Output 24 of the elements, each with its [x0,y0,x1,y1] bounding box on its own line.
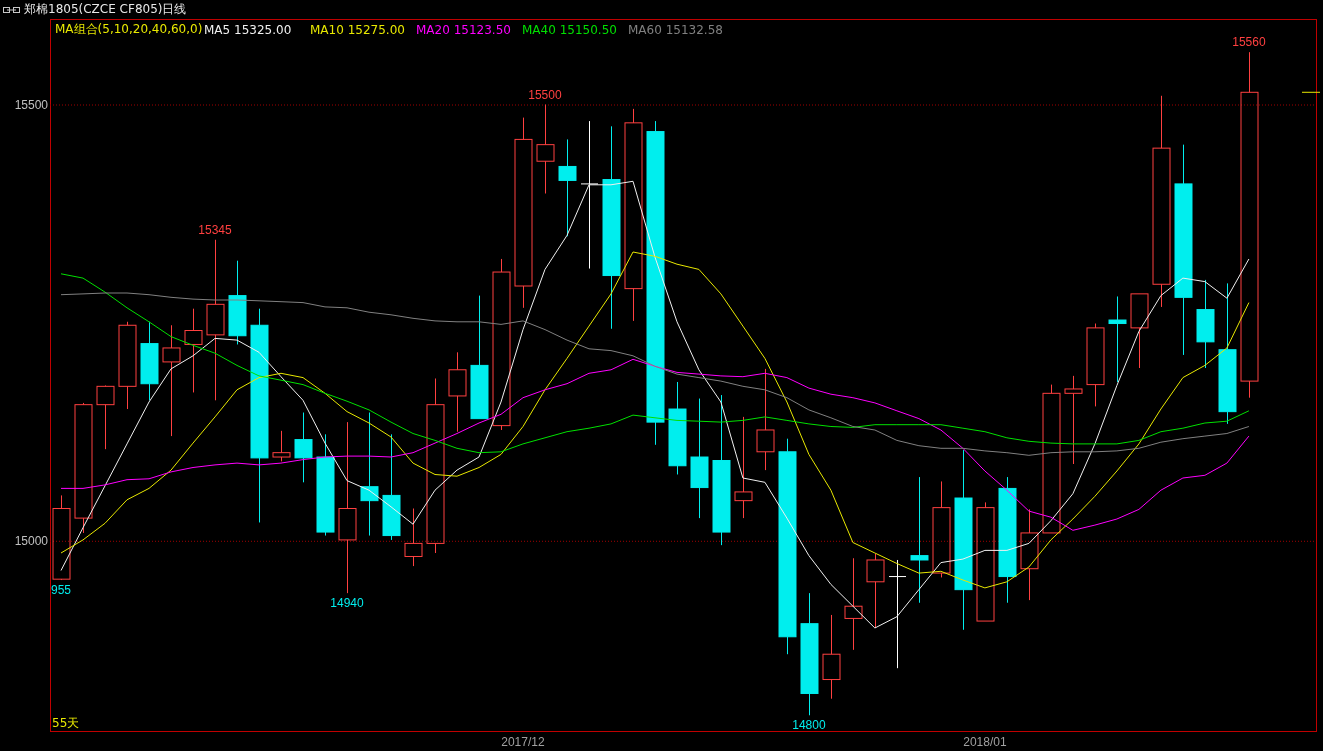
legend-reading: MA60 15132.58 [628,22,724,37]
link-icon [3,5,20,14]
price-label: 14800 [792,718,826,733]
price-label: 955 [51,583,71,598]
candlestick [294,412,313,483]
candlestick [96,384,115,450]
legend-reading: MA40 15150.50 [522,22,618,37]
legend-reading: MA20 15123.50 [416,22,512,37]
legend-title: MA组合(5,10,20,40,60,0) [55,21,204,38]
last-price-marker [1301,91,1321,93]
legend-reading: MA10 15275.00 [310,22,406,37]
candlestick [272,430,291,462]
price-label: 15560 [1232,35,1266,50]
axis-label: 15500 [14,97,48,112]
axis-label: 15000 [14,533,48,548]
legend-reading: MA5 15325.00 [204,22,293,37]
price-label: 14940 [330,596,364,611]
period-label: 55天 [52,716,80,730]
axis-label: 2018/01 [963,735,1007,749]
price-label: 15345 [198,222,232,237]
price-label: 15500 [528,87,562,102]
chart-title: 郑棉1805(CZCE CF805)日线 [24,1,187,18]
candlestick [404,508,423,567]
axis-label: 2017/12 [501,735,545,749]
